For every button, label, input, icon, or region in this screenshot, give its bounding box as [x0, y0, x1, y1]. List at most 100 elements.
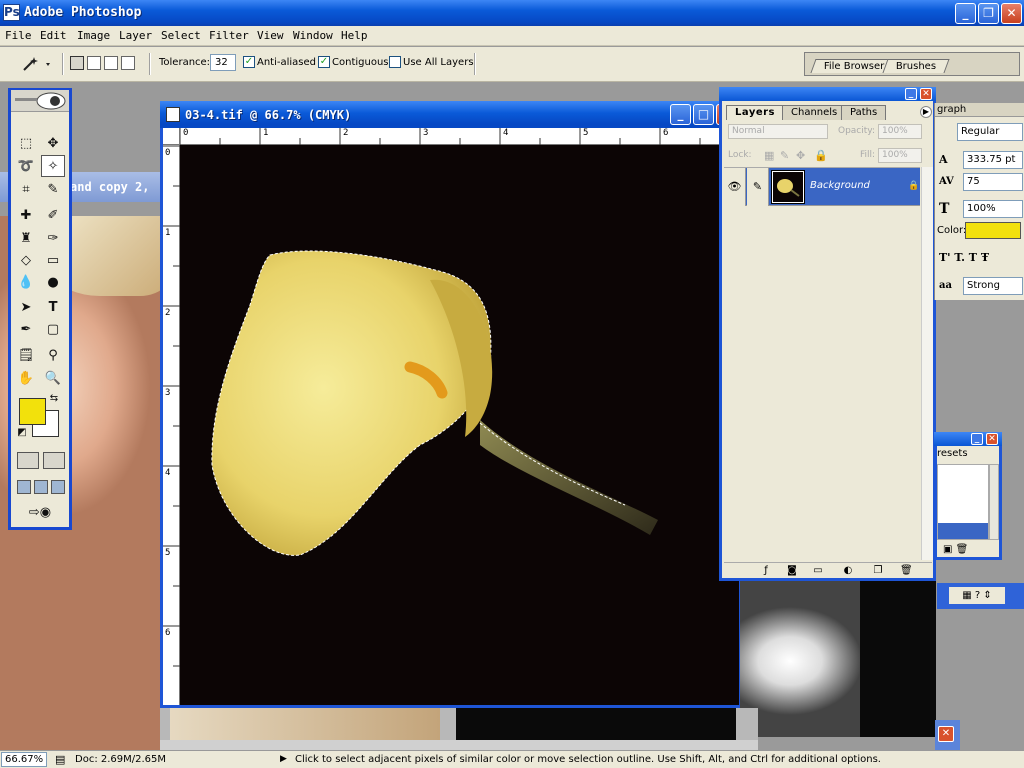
toolbox-header-eye-logo[interactable] [11, 90, 69, 112]
faux-bold-icons[interactable]: T' T. T Ŧ [939, 251, 989, 264]
horizontal-ruler[interactable]: 0 1 2 3 4 5 6 [180, 128, 742, 145]
layers-scrollbar[interactable] [921, 167, 933, 560]
vertical-ruler[interactable]: 0 1 2 3 4 5 6 [163, 145, 180, 705]
path-selection-tool-icon[interactable]: ➤ [14, 297, 38, 319]
layer-list[interactable]: 👁 ✎ Background 🔒 [724, 167, 920, 560]
use-all-layers-checkbox[interactable] [389, 56, 401, 68]
antialias-select[interactable]: Strong [963, 277, 1023, 295]
shape-tool-icon[interactable]: ▢ [41, 319, 65, 341]
document-window[interactable]: 03-4.tif @ 66.7% (CMYK) _ □ ✕ 0 1 2 3 4 … [160, 101, 742, 708]
lock-all-icon[interactable]: 🔒 [814, 149, 828, 162]
magic-wand-tool-icon[interactable]: ✧ [41, 155, 65, 177]
presets-scrollbar[interactable] [989, 464, 999, 540]
presets-palette-title-bar[interactable]: _ ✕ [934, 432, 1002, 446]
foreground-color-swatch[interactable] [19, 398, 46, 425]
bw-document-canvas[interactable] [740, 581, 936, 737]
presets-selected-row[interactable] [938, 523, 988, 539]
minimize-button[interactable]: _ [955, 3, 976, 24]
eyedropper-tool-icon[interactable]: ⚲ [41, 345, 65, 367]
presets-palette[interactable]: _ ✕ resets ▣ 🗑 [934, 432, 1002, 560]
layers-palette-close-button[interactable]: ✕ [920, 88, 932, 100]
presets-palette-close-button[interactable]: ✕ [986, 433, 998, 445]
standard-mode-button[interactable] [17, 452, 39, 469]
eraser-tool-icon[interactable]: ◇ [14, 250, 38, 272]
anti-aliased-checkbox[interactable]: ✓ [243, 56, 255, 68]
layer-row-background[interactable]: 👁 ✎ Background 🔒 [724, 168, 920, 206]
move-tool-icon[interactable]: ✥ [41, 133, 65, 155]
lock-transparent-icon[interactable]: ▦ [764, 149, 774, 162]
opacity-input[interactable]: 100% [878, 124, 922, 139]
brushes-tab[interactable]: Brushes [882, 59, 950, 73]
blend-mode-select[interactable]: Normal [728, 124, 828, 139]
notes-tool-icon[interactable]: 🗒 [14, 345, 38, 367]
document-maximize-button[interactable]: □ [693, 104, 714, 125]
menu-view[interactable]: View [257, 29, 284, 42]
layers-palette[interactable]: _ ✕ Layers Channels Paths ▶ Normal Opaci… [719, 87, 936, 581]
app-title-bar[interactable]: Ps Adobe Photoshop _ ❐ ✕ [0, 0, 1024, 26]
blur-tool-icon[interactable]: 💧 [14, 272, 38, 294]
zoom-input[interactable]: 66.67% [1, 752, 47, 767]
menu-edit[interactable]: Edit [40, 29, 67, 42]
marquee-tool-icon[interactable]: ⬚ [14, 133, 38, 155]
healing-brush-tool-icon[interactable]: ✚ [14, 205, 38, 227]
full-screen-menu-mode-button[interactable] [34, 480, 48, 494]
menu-file[interactable]: File [5, 29, 32, 42]
close-button[interactable]: ✕ [1001, 3, 1022, 24]
lock-image-icon[interactable]: ✎ [780, 149, 789, 162]
font-style-select[interactable]: Regular [957, 123, 1023, 141]
dodge-tool-icon[interactable]: ● [41, 272, 65, 294]
jump-to-imageready-icon[interactable]: ⇨◉ [17, 502, 63, 524]
intersect-selection-mode-button[interactable] [121, 56, 135, 70]
contiguous-checkbox[interactable]: ✓ [318, 56, 330, 68]
quick-mask-mode-button[interactable] [43, 452, 65, 469]
slice-tool-icon[interactable]: ✎ [41, 179, 65, 201]
hand-tool-icon[interactable]: ✋ [14, 368, 38, 390]
presets-footer-icons[interactable]: ▣ 🗑 [943, 544, 968, 555]
clone-stamp-tool-icon[interactable]: ♜ [14, 228, 38, 250]
menu-window[interactable]: Window [293, 29, 333, 42]
delete-layer-icon[interactable]: 🗑 [900, 565, 913, 576]
zoom-tool-icon[interactable]: 🔍 [41, 368, 65, 390]
default-colors-icon[interactable]: ◩ [15, 426, 29, 440]
document-canvas[interactable] [180, 145, 739, 705]
status-arrow-icon[interactable]: ▶ [280, 754, 287, 764]
menu-select[interactable]: Select [161, 29, 201, 42]
new-adjustment-layer-icon[interactable]: ◐ [842, 565, 854, 576]
new-set-icon[interactable]: ▭ [812, 565, 824, 576]
tracking-input[interactable]: 75 [963, 173, 1023, 191]
subtract-selection-mode-button[interactable] [104, 56, 118, 70]
tab-paths[interactable]: Paths [841, 105, 887, 120]
gradient-tool-icon[interactable]: ▭ [41, 250, 65, 272]
tab-tool-presets[interactable]: resets [937, 448, 968, 459]
standard-screen-mode-button[interactable] [17, 480, 31, 494]
full-screen-mode-button[interactable] [51, 480, 65, 494]
fill-input[interactable]: 100% [878, 148, 922, 163]
vertical-scale-input[interactable]: 100% [963, 200, 1023, 218]
document-title-bar[interactable]: 03-4.tif @ 66.7% (CMYK) _ □ ✕ [160, 101, 742, 128]
add-selection-mode-button[interactable] [87, 56, 101, 70]
tolerance-input[interactable]: 32 [210, 54, 236, 71]
brush-tool-icon[interactable]: ✐ [41, 205, 65, 227]
new-selection-mode-button[interactable] [70, 56, 84, 70]
info-palette-icons[interactable]: ▦ ? ⇕ [949, 587, 1005, 604]
ruler-origin[interactable] [163, 128, 180, 145]
lower-scrollbar[interactable] [160, 740, 758, 750]
lock-position-icon[interactable]: ✥ [796, 149, 805, 162]
layers-palette-minimize-button[interactable]: _ [905, 88, 917, 100]
magic-wand-preset-icon[interactable] [18, 54, 56, 74]
text-color-swatch[interactable] [965, 222, 1021, 239]
history-brush-tool-icon[interactable]: ✑ [41, 228, 65, 250]
lasso-tool-icon[interactable]: ➰ [14, 156, 38, 178]
swap-colors-icon[interactable]: ⇆ [47, 392, 61, 406]
close-fragment[interactable]: ✕ [935, 720, 960, 750]
tab-paragraph[interactable]: graph [937, 104, 966, 115]
presets-list[interactable] [937, 464, 989, 540]
info-palette-fragment[interactable]: ▦ ? ⇕ [937, 583, 1024, 609]
palette-menu-arrow-icon[interactable]: ▶ [920, 106, 932, 118]
presets-palette-minimize-button[interactable]: _ [971, 433, 983, 445]
menu-layer[interactable]: Layer [119, 29, 152, 42]
add-mask-icon[interactable]: ◙ [786, 565, 798, 576]
menu-filter[interactable]: Filter [209, 29, 249, 42]
tab-layers[interactable]: Layers [726, 105, 784, 120]
leading-input[interactable]: 333.75 pt [963, 151, 1023, 169]
